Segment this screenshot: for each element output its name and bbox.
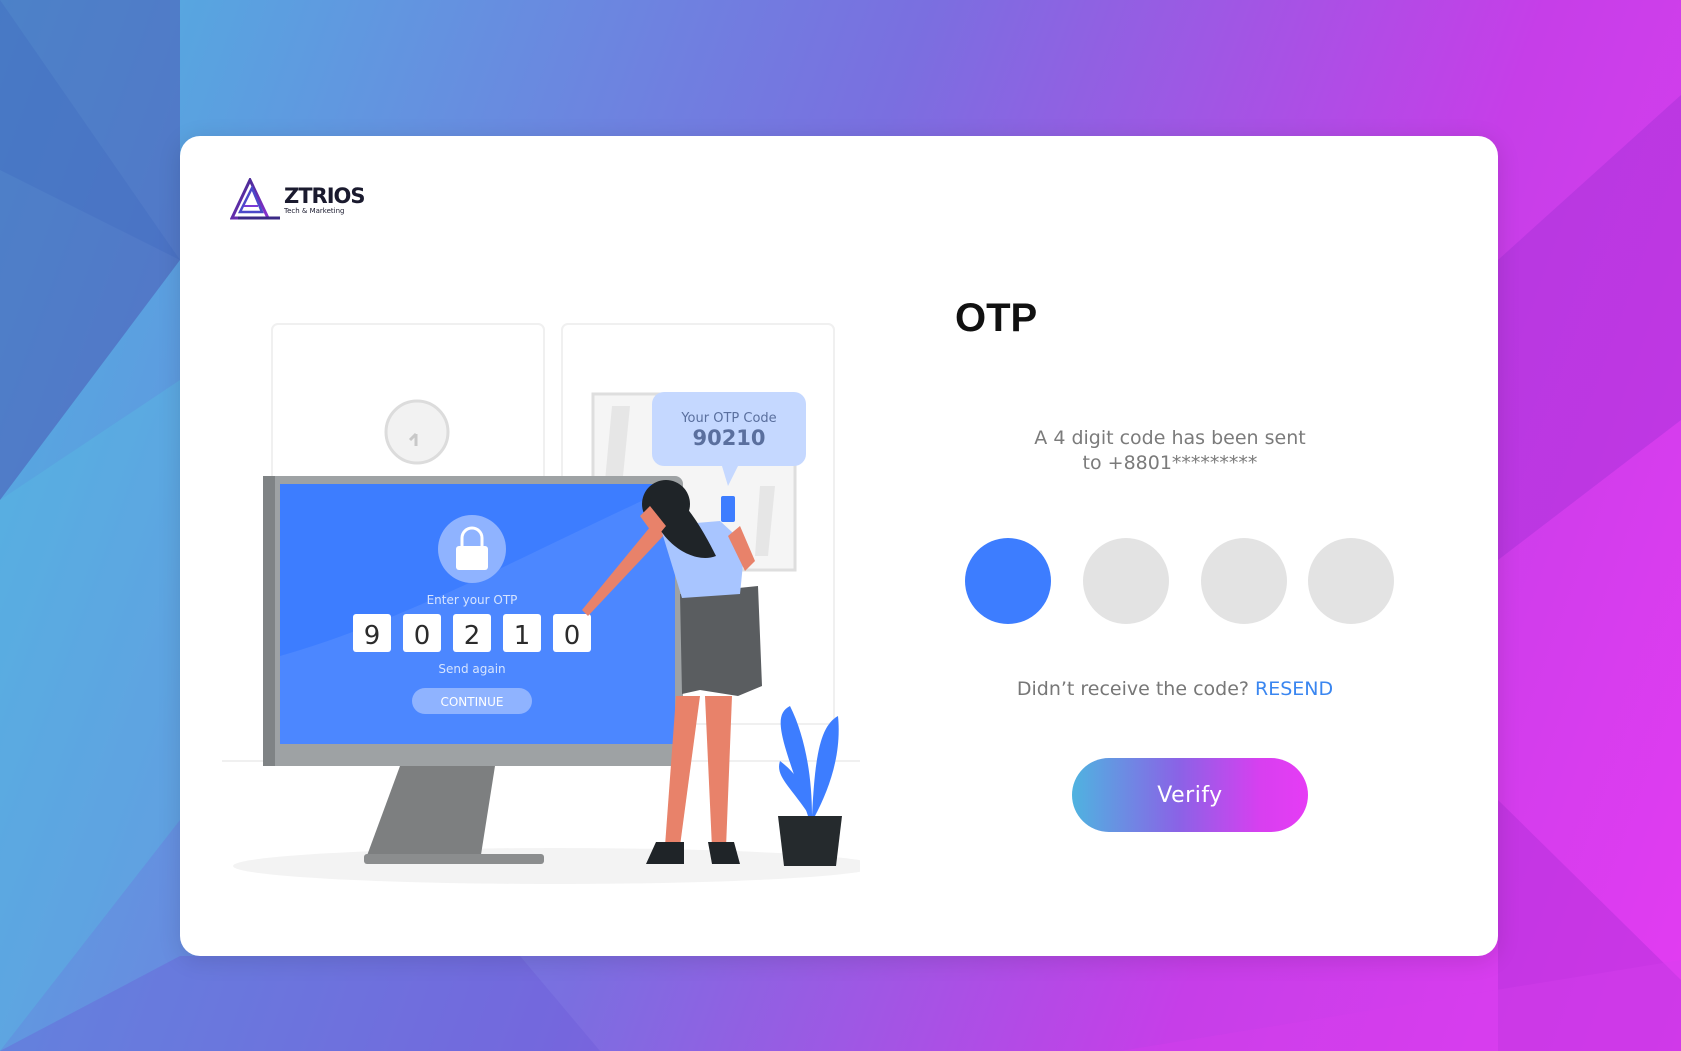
bubble-title: Your OTP Code <box>680 411 776 426</box>
otp-card: ZTRIOS Tech & Marketing Your OTP Code 90… <box>180 136 1498 956</box>
resend-row: Didn’t receive the code? RESEND <box>980 678 1370 700</box>
otp-digit-1[interactable] <box>965 538 1051 624</box>
otp-inputs <box>965 538 1405 626</box>
otp-digit-4[interactable] <box>1308 538 1394 624</box>
otp-illustration: Your OTP Code 90210 Enter your OTP 90210… <box>222 323 860 884</box>
brand-logo: ZTRIOS Tech & Marketing <box>230 178 366 222</box>
otp-description-line2: to +8801********* <box>1082 452 1258 474</box>
otp-description: A 4 digit code has been sent to +8801***… <box>980 426 1360 476</box>
screen-digit: 0 <box>414 621 431 651</box>
bubble-code: 90210 <box>692 426 765 450</box>
otp-digit-3[interactable] <box>1201 538 1287 624</box>
resend-link[interactable]: RESEND <box>1255 678 1333 700</box>
brand-tagline: Tech & Marketing <box>284 206 345 215</box>
screen-digit: 2 <box>464 621 481 651</box>
otp-title: OTP <box>955 296 1038 340</box>
screen-digit: 9 <box>364 621 381 651</box>
triangle-logo-icon <box>230 178 280 220</box>
screen-digit: 1 <box>514 621 531 651</box>
brand-name: ZTRIOS <box>284 183 366 208</box>
screen-prompt: Enter your OTP <box>427 593 518 607</box>
resend-prompt: Didn’t receive the code? <box>1016 678 1249 700</box>
verify-button[interactable]: Verify <box>1072 758 1308 832</box>
otp-description-line1: A 4 digit code has been sent <box>1034 427 1306 449</box>
screen-digit: 0 <box>564 621 581 651</box>
screen-send-again: Send again <box>438 662 505 676</box>
otp-digit-2[interactable] <box>1083 538 1169 624</box>
screen-continue: CONTINUE <box>440 695 503 709</box>
